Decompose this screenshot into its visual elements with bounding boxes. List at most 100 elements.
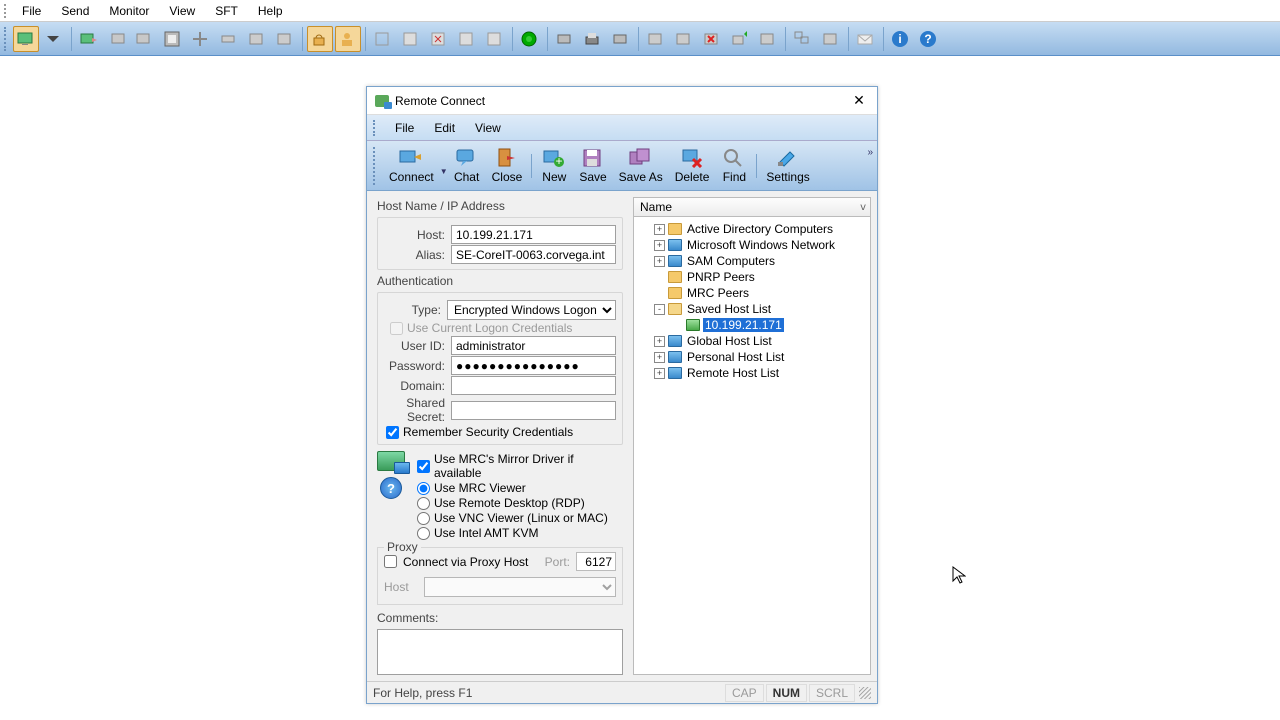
vnc-radio[interactable] xyxy=(417,512,430,525)
expand-icon[interactable]: + xyxy=(654,224,665,235)
host-input[interactable] xyxy=(451,225,616,244)
tool-user-icon[interactable] xyxy=(335,26,361,52)
tree-item[interactable]: PNRP Peers xyxy=(636,269,868,285)
tree-item[interactable]: + Microsoft Windows Network xyxy=(636,237,868,253)
tool-mail-icon[interactable] xyxy=(853,26,879,52)
tool-del-icon[interactable] xyxy=(699,26,725,52)
alias-input[interactable] xyxy=(451,245,616,264)
settings-button[interactable]: Settings xyxy=(760,145,815,186)
save-button[interactable]: Save xyxy=(573,145,612,186)
tree-item-label[interactable]: Saved Host List xyxy=(685,302,773,316)
tool-reload-icon[interactable] xyxy=(517,26,543,52)
find-button[interactable]: Find xyxy=(715,145,753,186)
tree-item[interactable]: - Saved Host List xyxy=(636,301,868,317)
tree-item-label[interactable]: Microsoft Windows Network xyxy=(685,238,837,252)
new-button[interactable]: + New xyxy=(535,145,573,186)
connect-button[interactable]: Connect xyxy=(383,145,440,186)
tree-item-label[interactable]: Global Host List xyxy=(685,334,774,348)
tree-item-label[interactable]: Personal Host List xyxy=(685,350,786,364)
help-icon[interactable]: ? xyxy=(380,477,402,499)
host-tree[interactable]: + Active Directory Computers + Microsoft Wi… xyxy=(633,217,871,675)
rdp-radio[interactable] xyxy=(417,497,430,510)
tool-j-icon[interactable] xyxy=(608,26,634,52)
tree-item-label[interactable]: MRC Peers xyxy=(685,286,751,300)
tree-item[interactable]: + SAM Computers xyxy=(636,253,868,269)
tree-item-label[interactable]: Remote Host List xyxy=(685,366,781,380)
tree-item[interactable]: + Personal Host List xyxy=(636,349,868,365)
expand-icon[interactable]: + xyxy=(654,240,665,251)
tool-dropdown-icon[interactable] xyxy=(41,26,67,52)
tool-n-icon[interactable] xyxy=(818,26,844,52)
resize-grip-icon[interactable] xyxy=(859,687,871,699)
dialog-menu-edit[interactable]: Edit xyxy=(424,119,465,137)
tool-help-icon[interactable]: ? xyxy=(916,26,942,52)
menu-file[interactable]: File xyxy=(12,2,51,20)
chat-button[interactable]: Chat xyxy=(448,145,486,186)
tool-windows-icon[interactable] xyxy=(790,26,816,52)
tool-m-icon[interactable] xyxy=(755,26,781,52)
tree-item[interactable]: 10.199.21.171 xyxy=(636,317,868,333)
tool-print-icon[interactable] xyxy=(580,26,606,52)
expand-icon[interactable]: + xyxy=(654,368,665,379)
tool-c-icon[interactable] xyxy=(272,26,298,52)
menu-monitor[interactable]: Monitor xyxy=(99,2,159,20)
toolbar-overflow-icon[interactable]: » xyxy=(867,147,873,158)
tool-a-icon[interactable] xyxy=(216,26,242,52)
tool-fit-icon[interactable] xyxy=(160,26,186,52)
tool-b-icon[interactable] xyxy=(244,26,270,52)
tool-h-icon[interactable] xyxy=(482,26,508,52)
userid-input[interactable] xyxy=(451,336,616,355)
tree-item[interactable]: + Active Directory Computers xyxy=(636,221,868,237)
connect-dropdown-icon[interactable]: ▼ xyxy=(440,167,448,190)
tool-disconnect-icon[interactable] xyxy=(132,26,158,52)
close-icon[interactable]: ✕ xyxy=(849,91,869,111)
tool-lock-icon[interactable] xyxy=(307,26,333,52)
tree-item-label[interactable]: SAM Computers xyxy=(685,254,777,268)
domain-input[interactable] xyxy=(451,376,616,395)
close-button[interactable]: Close xyxy=(486,145,529,186)
menu-send[interactable]: Send xyxy=(51,2,99,20)
tool-g-icon[interactable] xyxy=(454,26,480,52)
proxy-check[interactable] xyxy=(384,555,397,568)
amt-radio[interactable] xyxy=(417,527,430,540)
tool-k-icon[interactable] xyxy=(643,26,669,52)
dialog-menu-view[interactable]: View xyxy=(465,119,511,137)
expand-icon[interactable]: + xyxy=(654,336,665,347)
tree-item[interactable]: + Remote Host List xyxy=(636,365,868,381)
delete-button[interactable]: Delete xyxy=(669,145,716,186)
tool-info-icon[interactable]: i xyxy=(888,26,914,52)
tool-d-icon[interactable] xyxy=(370,26,396,52)
mrc-radio[interactable] xyxy=(417,482,430,495)
menu-help[interactable]: Help xyxy=(248,2,293,20)
tool-monitor-icon[interactable] xyxy=(13,26,39,52)
tree-item[interactable]: + Global Host List xyxy=(636,333,868,349)
tool-i-icon[interactable] xyxy=(552,26,578,52)
tool-recv-icon[interactable] xyxy=(104,26,130,52)
tool-send-icon[interactable] xyxy=(76,26,102,52)
collapse-icon[interactable]: - xyxy=(654,304,665,315)
tree-item[interactable]: MRC Peers xyxy=(636,285,868,301)
dialog-titlebar[interactable]: Remote Connect ✕ xyxy=(367,87,877,115)
tool-l-icon[interactable] xyxy=(671,26,697,52)
tree-item-label[interactable]: 10.199.21.171 xyxy=(703,318,784,332)
mirror-check[interactable] xyxy=(417,460,430,473)
remember-check[interactable] xyxy=(386,426,399,439)
tool-move-icon[interactable] xyxy=(188,26,214,52)
dialog-menu-file[interactable]: File xyxy=(385,119,424,137)
name-column-header[interactable]: Name ⅴ xyxy=(633,197,871,217)
expand-icon[interactable]: + xyxy=(654,256,665,267)
menu-view[interactable]: View xyxy=(159,2,205,20)
tool-e-icon[interactable] xyxy=(398,26,424,52)
expand-icon[interactable]: + xyxy=(654,352,665,363)
tool-up-icon[interactable] xyxy=(727,26,753,52)
secret-input[interactable] xyxy=(451,401,616,420)
type-select[interactable]: Encrypted Windows Logon xyxy=(447,300,616,320)
comments-input[interactable] xyxy=(377,629,623,675)
tree-item-label[interactable]: Active Directory Computers xyxy=(685,222,835,236)
password-input[interactable] xyxy=(451,356,616,375)
port-input[interactable] xyxy=(576,552,616,571)
menu-sft[interactable]: SFT xyxy=(205,2,248,20)
tool-f-icon[interactable] xyxy=(426,26,452,52)
save-as-button[interactable]: Save As xyxy=(613,145,669,186)
tree-item-label[interactable]: PNRP Peers xyxy=(685,270,757,284)
